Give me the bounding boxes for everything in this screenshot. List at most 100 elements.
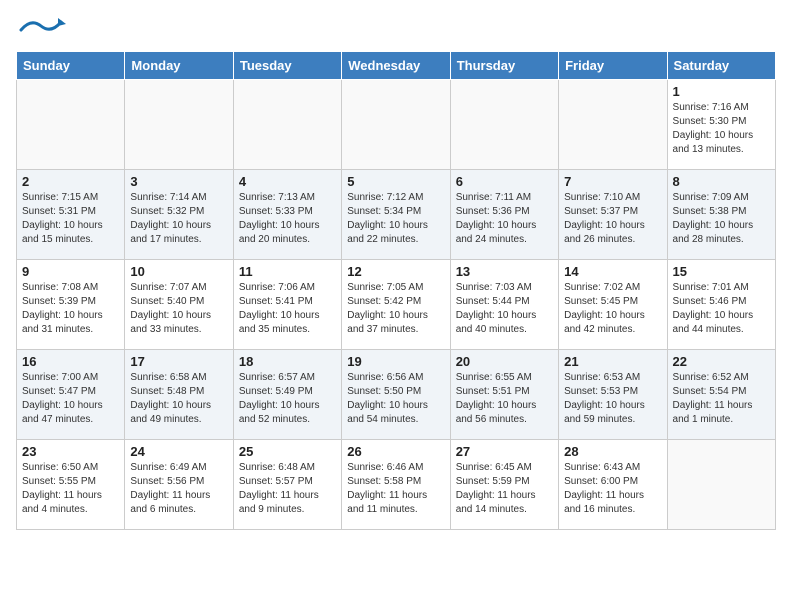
- calendar-cell: 15 Sunrise: 7:01 AM Sunset: 5:46 PM Dayli…: [667, 260, 775, 350]
- day-detail: Sunrise: 7:14 AM Sunset: 5:32 PM Dayligh…: [130, 191, 227, 247]
- day-number: 27: [456, 444, 553, 459]
- calendar-cell: 22Sunrise: 6:52 AM Sunset: 5:54 PM Dayli…: [667, 350, 775, 440]
- calendar-cell: 13 Sunrise: 7:03 AM Sunset: 5:44 PM Dayli…: [450, 260, 558, 350]
- day-number: 15: [673, 264, 770, 279]
- calendar-cell: 4 Sunrise: 7:13 AM Sunset: 5:33 PM Daylig…: [233, 170, 341, 260]
- day-number: 2: [22, 174, 119, 189]
- day-detail: Sunrise: 7:16 AM Sunset: 5:30 PM Dayligh…: [673, 101, 770, 157]
- calendar-week-0: 1 Sunrise: 7:16 AM Sunset: 5:30 PM Daylig…: [17, 80, 776, 170]
- calendar-cell: 26 Sunrise: 6:46 AM Sunset: 5:58 PM Dayli…: [342, 440, 450, 530]
- calendar-cell: 16 Sunrise: 7:00 AM Sunset: 5:47 PM Dayli…: [17, 350, 125, 440]
- calendar-week-4: 23Sunrise: 6:50 AM Sunset: 5:55 PM Dayli…: [17, 440, 776, 530]
- day-number: 24: [130, 444, 227, 459]
- day-number: 4: [239, 174, 336, 189]
- calendar-week-3: 16 Sunrise: 7:00 AM Sunset: 5:47 PM Dayli…: [17, 350, 776, 440]
- logo: [16, 16, 66, 39]
- day-detail: Sunrise: 7:03 AM Sunset: 5:44 PM Dayligh…: [456, 281, 553, 337]
- day-detail: Sunrise: 7:12 AM Sunset: 5:34 PM Dayligh…: [347, 191, 444, 247]
- calendar-cell: 27 Sunrise: 6:45 AM Sunset: 5:59 PM Dayli…: [450, 440, 558, 530]
- calendar-cell: 25 Sunrise: 6:48 AM Sunset: 5:57 PM Dayli…: [233, 440, 341, 530]
- calendar-cell: 18Sunrise: 6:57 AM Sunset: 5:49 PM Dayli…: [233, 350, 341, 440]
- day-detail: Sunrise: 6:43 AM Sunset: 6:00 PM Dayligh…: [564, 461, 661, 517]
- col-header-monday: Monday: [125, 52, 233, 80]
- calendar-cell: [667, 440, 775, 530]
- calendar-week-1: 2 Sunrise: 7:15 AM Sunset: 5:31 PM Daylig…: [17, 170, 776, 260]
- calendar-cell: 6Sunrise: 7:11 AM Sunset: 5:36 PM Daylig…: [450, 170, 558, 260]
- calendar-cell: 1 Sunrise: 7:16 AM Sunset: 5:30 PM Daylig…: [667, 80, 775, 170]
- calendar-cell: 11 Sunrise: 7:06 AM Sunset: 5:41 PM Dayli…: [233, 260, 341, 350]
- day-detail: Sunrise: 7:01 AM Sunset: 5:46 PM Dayligh…: [673, 281, 770, 337]
- day-number: 28: [564, 444, 661, 459]
- calendar-cell: 10 Sunrise: 7:07 AM Sunset: 5:40 PM Dayli…: [125, 260, 233, 350]
- day-number: 9: [22, 264, 119, 279]
- col-header-sunday: Sunday: [17, 52, 125, 80]
- calendar-cell: 23Sunrise: 6:50 AM Sunset: 5:55 PM Dayli…: [17, 440, 125, 530]
- day-number: 12: [347, 264, 444, 279]
- day-detail: Sunrise: 7:10 AM Sunset: 5:37 PM Dayligh…: [564, 191, 661, 247]
- day-detail: Sunrise: 7:11 AM Sunset: 5:36 PM Dayligh…: [456, 191, 553, 247]
- calendar-cell: 14 Sunrise: 7:02 AM Sunset: 5:45 PM Dayli…: [559, 260, 667, 350]
- day-detail: Sunrise: 6:45 AM Sunset: 5:59 PM Dayligh…: [456, 461, 553, 517]
- day-number: 14: [564, 264, 661, 279]
- calendar-cell: 21 Sunrise: 6:53 AM Sunset: 5:53 PM Dayli…: [559, 350, 667, 440]
- day-number: 10: [130, 264, 227, 279]
- calendar-week-2: 9 Sunrise: 7:08 AM Sunset: 5:39 PM Daylig…: [17, 260, 776, 350]
- day-detail: Sunrise: 7:13 AM Sunset: 5:33 PM Dayligh…: [239, 191, 336, 247]
- col-header-thursday: Thursday: [450, 52, 558, 80]
- calendar-cell: 5 Sunrise: 7:12 AM Sunset: 5:34 PM Daylig…: [342, 170, 450, 260]
- day-number: 7: [564, 174, 661, 189]
- day-detail: Sunrise: 7:09 AM Sunset: 5:38 PM Dayligh…: [673, 191, 770, 247]
- calendar-cell: [17, 80, 125, 170]
- calendar-cell: 12 Sunrise: 7:05 AM Sunset: 5:42 PM Dayli…: [342, 260, 450, 350]
- day-number: 1: [673, 84, 770, 99]
- calendar-cell: 7 Sunrise: 7:10 AM Sunset: 5:37 PM Daylig…: [559, 170, 667, 260]
- day-number: 20: [456, 354, 553, 369]
- day-detail: Sunrise: 6:50 AM Sunset: 5:55 PM Dayligh…: [22, 461, 119, 517]
- calendar-cell: 28 Sunrise: 6:43 AM Sunset: 6:00 PM Dayli…: [559, 440, 667, 530]
- calendar-table: SundayMondayTuesdayWednesdayThursdayFrid…: [16, 51, 776, 530]
- day-detail: Sunrise: 6:56 AM Sunset: 5:50 PM Dayligh…: [347, 371, 444, 427]
- calendar-cell: 20 Sunrise: 6:55 AM Sunset: 5:51 PM Dayli…: [450, 350, 558, 440]
- calendar-cell: 3 Sunrise: 7:14 AM Sunset: 5:32 PM Daylig…: [125, 170, 233, 260]
- calendar-cell: 9 Sunrise: 7:08 AM Sunset: 5:39 PM Daylig…: [17, 260, 125, 350]
- day-number: 22: [673, 354, 770, 369]
- day-detail: Sunrise: 6:58 AM Sunset: 5:48 PM Dayligh…: [130, 371, 227, 427]
- calendar-cell: 8 Sunrise: 7:09 AM Sunset: 5:38 PM Daylig…: [667, 170, 775, 260]
- day-detail: Sunrise: 7:06 AM Sunset: 5:41 PM Dayligh…: [239, 281, 336, 337]
- day-number: 26: [347, 444, 444, 459]
- day-detail: Sunrise: 6:49 AM Sunset: 5:56 PM Dayligh…: [130, 461, 227, 517]
- day-detail: Sunrise: 7:05 AM Sunset: 5:42 PM Dayligh…: [347, 281, 444, 337]
- day-detail: Sunrise: 7:00 AM Sunset: 5:47 PM Dayligh…: [22, 371, 119, 427]
- day-detail: Sunrise: 6:55 AM Sunset: 5:51 PM Dayligh…: [456, 371, 553, 427]
- calendar-cell: 2 Sunrise: 7:15 AM Sunset: 5:31 PM Daylig…: [17, 170, 125, 260]
- day-number: 5: [347, 174, 444, 189]
- calendar-cell: [342, 80, 450, 170]
- day-detail: Sunrise: 7:02 AM Sunset: 5:45 PM Dayligh…: [564, 281, 661, 337]
- col-header-tuesday: Tuesday: [233, 52, 341, 80]
- page-header: [16, 16, 776, 39]
- calendar-header-row: SundayMondayTuesdayWednesdayThursdayFrid…: [17, 52, 776, 80]
- col-header-wednesday: Wednesday: [342, 52, 450, 80]
- day-number: 21: [564, 354, 661, 369]
- day-detail: Sunrise: 6:53 AM Sunset: 5:53 PM Dayligh…: [564, 371, 661, 427]
- day-number: 3: [130, 174, 227, 189]
- calendar-cell: 19 Sunrise: 6:56 AM Sunset: 5:50 PM Dayli…: [342, 350, 450, 440]
- col-header-friday: Friday: [559, 52, 667, 80]
- day-detail: Sunrise: 6:46 AM Sunset: 5:58 PM Dayligh…: [347, 461, 444, 517]
- day-detail: Sunrise: 6:48 AM Sunset: 5:57 PM Dayligh…: [239, 461, 336, 517]
- day-detail: Sunrise: 7:07 AM Sunset: 5:40 PM Dayligh…: [130, 281, 227, 337]
- day-number: 11: [239, 264, 336, 279]
- logo-icon: [16, 16, 66, 34]
- day-number: 16: [22, 354, 119, 369]
- calendar-cell: [559, 80, 667, 170]
- calendar-cell: [450, 80, 558, 170]
- calendar-cell: 17 Sunrise: 6:58 AM Sunset: 5:48 PM Dayli…: [125, 350, 233, 440]
- day-detail: Sunrise: 7:15 AM Sunset: 5:31 PM Dayligh…: [22, 191, 119, 247]
- day-number: 13: [456, 264, 553, 279]
- day-number: 17: [130, 354, 227, 369]
- day-detail: Sunrise: 7:08 AM Sunset: 5:39 PM Dayligh…: [22, 281, 119, 337]
- day-number: 19: [347, 354, 444, 369]
- day-detail: Sunrise: 6:57 AM Sunset: 5:49 PM Dayligh…: [239, 371, 336, 427]
- day-number: 8: [673, 174, 770, 189]
- day-number: 25: [239, 444, 336, 459]
